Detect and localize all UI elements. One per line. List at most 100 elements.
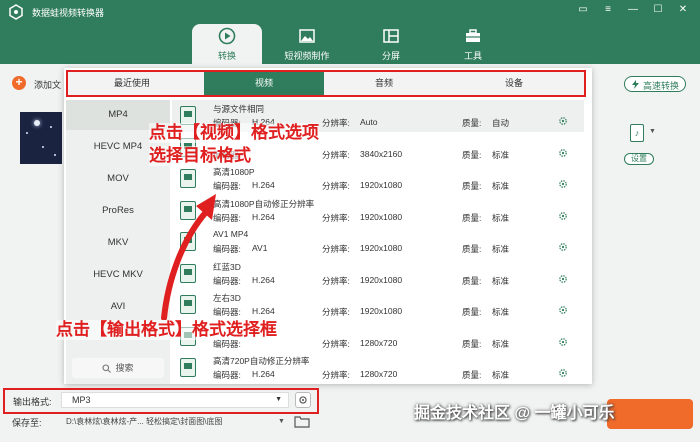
tab-video[interactable]: 视频 [204,72,324,95]
target-format-icon[interactable]: ♪ [630,124,644,142]
encoder-value: H.264 [252,369,275,379]
star-decoration [54,154,56,156]
gear-icon[interactable] [558,337,568,347]
annotation-arrow-icon [161,194,216,320]
preset-name: 高清1080P [213,167,255,177]
tab-split-screen-label: 分屏 [381,51,400,61]
resolution-value: 1920x1080 [360,306,403,316]
star-decoration [26,132,28,134]
resolution-value: 1280x720 [360,337,398,348]
save-to-label: 保存至: [12,418,42,428]
title-bar [0,0,700,64]
encoder-value: AV1 [252,243,268,253]
tray-icon[interactable]: ▭ [575,4,591,15]
quality-key: 质量: [462,307,482,317]
convert-icon [218,27,236,45]
quality-key: 质量: [462,149,482,160]
app-logo-icon [9,4,23,20]
tab-tools-label: 工具 [463,51,482,61]
gear-icon[interactable] [558,179,568,189]
minimize-icon[interactable]: — [625,4,641,15]
quality-value: 标准 [492,212,510,223]
quality-key: 质量: [462,181,482,191]
resolution-value: 1920x1080 [360,180,403,190]
watermark: 掘金技术社区 @ 一罐小可乐 [414,405,615,422]
fast-convert-label: 高速转换 [643,81,680,91]
annotation-output-format: 点击【输出格式】格式选择框 [56,320,277,340]
quality-key: 质量: [462,212,482,223]
quality-value: 标准 [492,370,510,380]
gear-icon[interactable] [558,274,568,284]
video-thumbnail[interactable] [20,112,62,164]
search-icon [102,364,112,374]
plus-icon: + [12,76,26,90]
split-icon [383,29,399,43]
tab-short-video-label: 短视频制作 [284,51,330,61]
resolution-value: 1280x720 [360,369,398,379]
resolution-value: Auto [360,117,378,127]
preset-row[interactable]: 高清1080P自动修正分辨率 编码器: H.264 分辨率: 1920x1080… [172,195,584,227]
resolution-value: 3840x2160 [360,148,403,159]
toolbox-icon [466,29,480,42]
add-file-label: 添加文 [34,80,62,90]
tab-split-screen[interactable]: 分屏 [356,24,426,64]
format-search-button[interactable]: 搜索 [72,358,164,378]
close-icon[interactable]: ✕ [675,4,691,15]
lightning-icon [632,80,639,89]
gear-icon[interactable] [558,305,568,315]
quality-value: 标准 [492,244,510,254]
moon-icon [34,120,40,126]
quality-value: 标准 [492,307,510,317]
tab-recent[interactable]: 最近使用 [68,72,196,95]
convert-all-button[interactable] [607,399,693,429]
preset-row[interactable]: 高清1080P 编码器: H.264 分辨率: 1920x1080 质量: 标准 [172,163,584,195]
resolution-key: 分辨率: [322,212,350,223]
star-decoration [42,146,44,148]
preset-row[interactable]: 红蓝3D 编码器: H.264 分辨率: 1920x1080 质量: 标准 [172,258,584,290]
menu-icon[interactable]: ≡ [600,4,616,15]
encoder-value: H.264 [252,211,275,222]
quality-value: 标准 [492,149,510,160]
search-label: 搜索 [115,363,134,373]
resolution-key: 分辨率: [322,338,350,349]
resolution-key: 分辨率: [322,275,350,286]
quality-value: 标准 [492,338,510,349]
output-format-highlight [3,388,319,414]
quality-key: 质量: [462,275,482,286]
quality-key: 质量: [462,118,482,128]
tab-tools[interactable]: 工具 [438,24,508,64]
resolution-value: 1920x1080 [360,243,403,253]
tab-convert[interactable]: 转换 [192,24,262,64]
preset-row[interactable]: 高清720P自动修正分辨率 编码器: H.264 分辨率: 1280x720 质… [172,352,584,384]
folder-icon[interactable] [294,414,310,428]
image-icon [299,29,315,43]
tab-audio[interactable]: 音频 [324,72,444,95]
preset-row[interactable]: AV1 MP4 编码器: AV1 分辨率: 1920x1080 质量: 标准 [172,226,584,258]
gear-icon[interactable] [558,116,568,126]
quality-value: 标准 [492,275,510,286]
quality-key: 质量: [462,370,482,380]
tab-convert-label: 转换 [217,51,236,61]
quality-value: 自动 [492,118,510,128]
save-path-select[interactable]: D:\袁林炫\袁林炫-产... 轻松搞定\封面图\底图 [66,416,272,430]
preset-name: 高清720P自动修正分辨率 [213,356,310,366]
annotation-video-tab-line1: 点击【视频】格式选项 [149,123,319,143]
resolution-key: 分辨率: [322,181,350,191]
preset-row[interactable]: 左右3D 编码器: H.264 分辨率: 1920x1080 质量: 标准 [172,289,584,321]
gear-icon[interactable] [558,368,568,378]
tab-short-video[interactable]: 短视频制作 [272,24,342,64]
star-decoration [50,126,52,128]
maximize-icon[interactable]: ☐ [650,4,666,15]
chevron-down-icon[interactable]: ▼ [278,418,285,425]
resolution-value: 1920x1080 [360,274,403,285]
gear-icon[interactable] [558,148,568,158]
add-file-button[interactable]: + 添加文 [12,76,72,92]
quality-key: 质量: [462,338,482,349]
fast-convert-button[interactable]: 高速转换 [624,76,686,92]
video-file-icon [180,358,196,377]
tab-device[interactable]: 设备 [444,72,584,95]
settings-button[interactable]: 设置 [624,153,654,165]
chevron-down-icon[interactable]: ▼ [649,128,656,135]
gear-icon[interactable] [558,242,568,252]
gear-icon[interactable] [558,211,568,221]
